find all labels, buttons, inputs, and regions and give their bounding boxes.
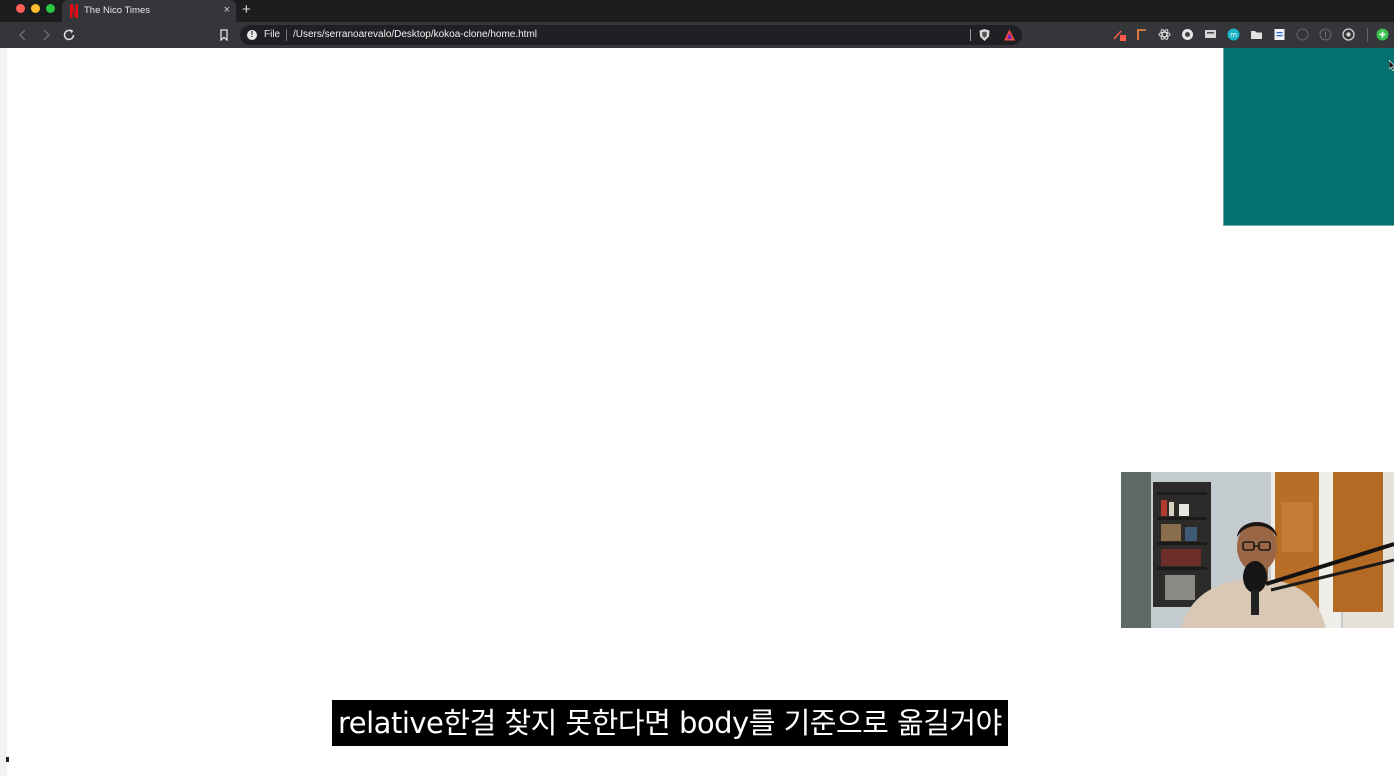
netflix-favicon-icon [70, 4, 78, 18]
extension-teal-icon[interactable]: m [1227, 28, 1240, 41]
extension-flag-icon[interactable] [1135, 28, 1148, 41]
extension-dim-b-icon[interactable] [1319, 28, 1332, 41]
address-separator [286, 29, 287, 41]
maximize-window-button[interactable] [46, 4, 55, 13]
close-window-button[interactable] [16, 4, 25, 13]
bookmark-icon[interactable] [216, 27, 232, 43]
brave-rewards-icon[interactable] [1003, 28, 1016, 42]
address-scheme-label: File [264, 29, 281, 40]
webcam-video-overlay [1121, 472, 1394, 628]
reload-icon[interactable] [61, 27, 77, 43]
extension-circle-icon[interactable] [1181, 28, 1194, 41]
address-divider [970, 29, 971, 41]
browser-toolbar: ! File /Users/serranoarevalo/Desktop/kok… [0, 22, 1394, 48]
video-subtitle: relative한걸 찾지 못한다면 body를 기준으로 옮길거야 [332, 700, 1008, 746]
new-tab-button[interactable]: + [242, 2, 251, 18]
mouse-cursor-icon [1389, 60, 1394, 71]
tab-close-icon[interactable]: × [224, 3, 230, 17]
extension-doc-icon[interactable] [1273, 28, 1286, 41]
minimize-window-button[interactable] [31, 4, 40, 13]
tab-title: The Nico Times [84, 5, 150, 16]
address-url[interactable]: /Users/serranoarevalo/Desktop/kokoa-clon… [293, 29, 537, 40]
back-arrow-icon[interactable] [15, 27, 31, 43]
extension-pen-icon[interactable] [1113, 28, 1126, 41]
profile-icon[interactable] [1376, 28, 1389, 41]
bottom-left-mark [6, 757, 9, 762]
extension-dim-a-icon[interactable] [1296, 28, 1309, 41]
extension-target-icon[interactable] [1342, 28, 1355, 41]
toolbar-separator [1367, 28, 1368, 42]
browser-tab[interactable]: The Nico Times × [62, 0, 236, 22]
window-left-edge [0, 48, 7, 776]
svg-text:m: m [1230, 31, 1237, 39]
extension-react-icon[interactable] [1158, 28, 1171, 41]
webcam-scene [1121, 472, 1394, 628]
extension-folder-icon[interactable] [1250, 28, 1263, 41]
brave-shield-icon[interactable] [978, 28, 991, 42]
extension-window-icon[interactable] [1204, 28, 1217, 41]
window-titlebar: The Nico Times × + [0, 0, 1394, 22]
address-bar[interactable]: ! File /Users/serranoarevalo/Desktop/kok… [240, 25, 1022, 45]
info-icon[interactable]: ! [247, 30, 257, 40]
web-page [7, 48, 1394, 776]
forward-arrow-icon[interactable] [38, 27, 54, 43]
teal-positioned-box [1223, 48, 1394, 226]
